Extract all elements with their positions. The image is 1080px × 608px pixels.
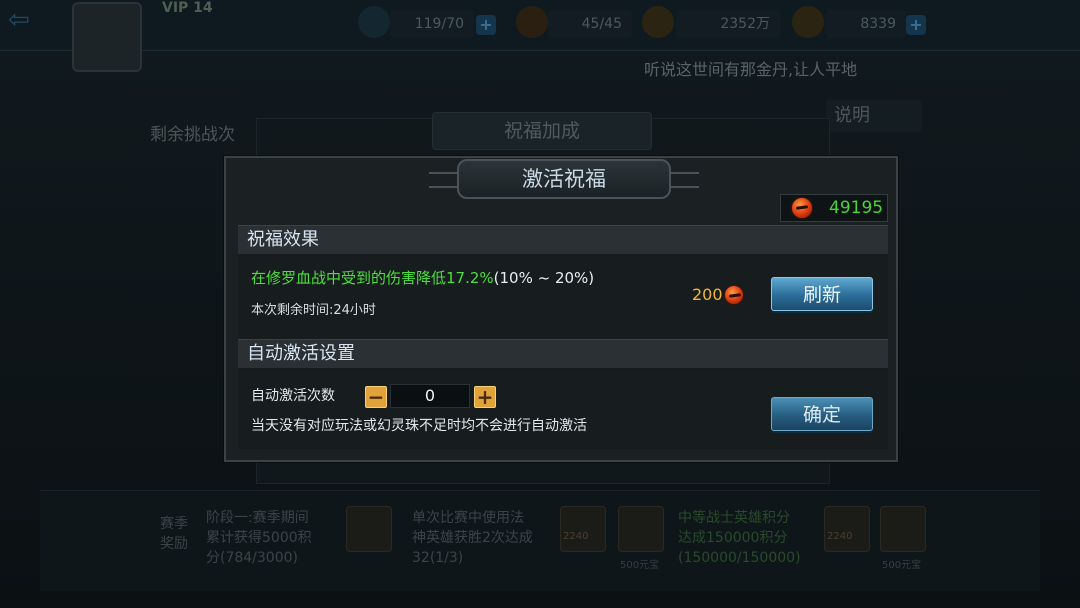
auto-activate-body: 自动激活次数 − 0 + 当天没有对应玩法或幻灵珠不足时均不会进行自动激活 确定 (238, 369, 888, 449)
dialog-title: 激活祝福 (522, 167, 606, 191)
effect-text: 在修罗血战中受到的伤害降低17.2% (251, 269, 494, 287)
background-tip-text: 听说这世间有那金丹,让人平地 (644, 60, 858, 79)
explain-button[interactable]: 说明 (826, 100, 922, 132)
task-1-label: 阶段一:赛季期间 累计获得5000积 分(784/3000) (206, 510, 312, 566)
effect-range: (10% ~ 20%) (493, 269, 595, 287)
refresh-cost: 200 (692, 285, 723, 304)
avatar[interactable] (72, 2, 142, 72)
reward-box-number: 2240 (563, 531, 589, 542)
blessing-effect-header: 祝福效果 (238, 225, 888, 255)
blessing-effect-title: 祝福效果 (247, 229, 319, 250)
remaining-challenges-label: 剩余挑战次 (150, 125, 235, 145)
season-reward-label: 赛季 奖励 (160, 516, 188, 552)
ingot-plus-button[interactable]: + (906, 15, 926, 35)
reward-box-number-2: 2240 (827, 531, 853, 542)
stamina-resource: 119/70 (390, 10, 474, 38)
task-2-label: 单次比赛中使用法 神英雄获胜2次达成 32(1/3) (412, 510, 533, 566)
auto-count-label: 自动激活次数 (251, 388, 335, 404)
reward-box-icon-2[interactable]: 2240 (824, 506, 870, 552)
refresh-button[interactable]: 刷新 (771, 277, 873, 311)
coin-reward-icon[interactable] (618, 506, 664, 552)
ingot-icon (792, 6, 824, 38)
auto-activate-header: 自动激活设置 (238, 339, 888, 369)
coin-reward-label: 500元宝 (620, 560, 660, 571)
vip-label: VIP 14 (162, 0, 213, 16)
background-panel-title: 祝福加成 (432, 112, 652, 150)
dialog-title-plate: 激活祝福 (457, 159, 671, 199)
auto-activate-title: 自动激活设置 (247, 343, 355, 364)
gold-coin-icon (642, 6, 674, 38)
task-3-label: 中等战士英雄积分 达成150000积分 (150000/150000) (678, 510, 801, 566)
currency-value: 49195 (829, 198, 884, 218)
refresh-cost-gem-icon (724, 285, 744, 305)
energy-icon (516, 6, 548, 38)
coin-reward-icon-2[interactable] (880, 506, 926, 552)
stamina-icon (358, 6, 390, 38)
auto-count-value[interactable]: 0 (390, 384, 470, 408)
gold-resource: 2352万 (676, 10, 780, 38)
effect-description: 在修罗血战中受到的伤害降低17.2%(10% ~ 20%) (251, 267, 594, 288)
gem-icon (791, 197, 813, 219)
energy-resource: 45/45 (548, 10, 632, 38)
increment-button[interactable]: + (474, 386, 496, 408)
stamina-plus-button[interactable]: + (476, 15, 496, 35)
ingot-resource: 8339 (826, 10, 906, 38)
reward-chest-icon[interactable] (346, 506, 392, 552)
activate-blessing-dialog: 激活祝福 49195 祝福效果 在修罗血战中受到的伤害降低17.2%(10% ~… (224, 156, 898, 462)
coin-reward-label-2: 500元宝 (882, 560, 922, 571)
currency-display: 49195 (780, 194, 888, 222)
blessing-effect-body: 在修罗血战中受到的伤害降低17.2%(10% ~ 20%) 本次剩余时间:24小… (238, 255, 888, 339)
auto-activate-note: 当天没有对应玩法或幻灵珠不足时均不会进行自动激活 (251, 418, 587, 434)
decrement-button[interactable]: − (365, 386, 387, 408)
reward-box-icon[interactable]: 2240 (560, 506, 606, 552)
remaining-time: 本次剩余时间:24小时 (251, 303, 376, 318)
top-bar: ⇦ VIP 14 119/70 + 45/45 2352万 8339 + (0, 0, 1080, 72)
confirm-button[interactable]: 确定 (771, 397, 873, 431)
back-arrow-icon[interactable]: ⇦ (8, 7, 54, 33)
